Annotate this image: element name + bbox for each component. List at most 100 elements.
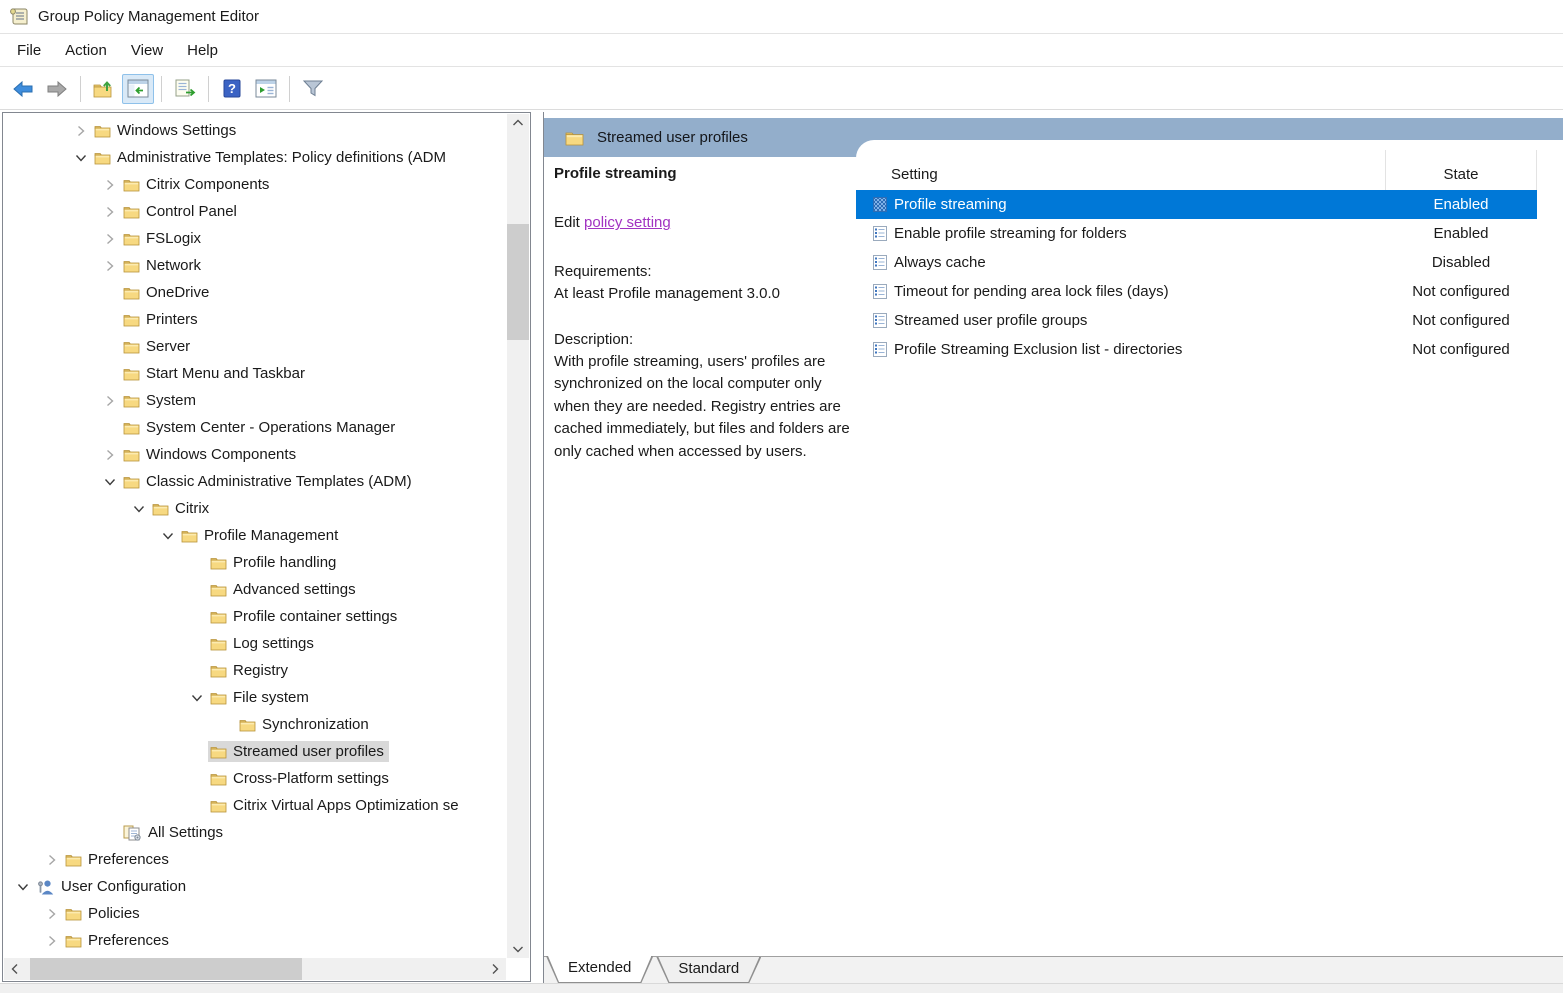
chevron-down-icon[interactable] xyxy=(12,883,34,891)
tree-row[interactable]: Preferences xyxy=(4,846,506,873)
tree-node[interactable]: Profile handling xyxy=(208,552,341,573)
tree-row[interactable]: Administrative Templates: Policy definit… xyxy=(4,144,506,171)
chevron-down-icon[interactable] xyxy=(99,478,121,486)
tree-node[interactable]: Preferences xyxy=(63,930,174,951)
menu-view[interactable]: View xyxy=(119,38,175,63)
column-header-state[interactable]: State xyxy=(1385,150,1537,190)
tree-row[interactable]: Classic Administrative Templates (ADM) xyxy=(4,468,506,495)
tree-row[interactable]: Policies xyxy=(4,900,506,927)
tree-row[interactable]: Synchronization xyxy=(4,711,506,738)
chevron-right-icon[interactable] xyxy=(99,395,121,407)
pane-splitter[interactable] xyxy=(531,112,543,983)
tree-row[interactable]: User Configuration xyxy=(4,873,506,900)
export-list-button[interactable] xyxy=(169,74,201,104)
tree-row[interactable]: Profile handling xyxy=(4,549,506,576)
tree-row[interactable]: Profile Management xyxy=(4,522,506,549)
edit-policy-setting-link[interactable]: policy setting xyxy=(584,214,671,231)
tree-node[interactable]: System xyxy=(121,390,201,411)
scroll-right-arrow[interactable] xyxy=(486,958,504,980)
settings-row[interactable]: Always cacheDisabled xyxy=(856,248,1563,277)
settings-row[interactable]: Streamed user profile groupsNot configur… xyxy=(856,306,1563,335)
tree-vertical-scrollbar[interactable] xyxy=(507,114,529,958)
tree-row[interactable]: FSLogix xyxy=(4,225,506,252)
tree-row[interactable]: Citrix xyxy=(4,495,506,522)
tree-node[interactable]: File system xyxy=(208,687,314,708)
menu-help[interactable]: Help xyxy=(175,38,230,63)
tree-row[interactable]: Profile container settings xyxy=(4,603,506,630)
tree-row[interactable]: Windows Components xyxy=(4,441,506,468)
chevron-right-icon[interactable] xyxy=(70,125,92,137)
tree-node[interactable]: All Settings xyxy=(121,822,228,843)
tree-node[interactable]: Preferences xyxy=(63,849,174,870)
tab-extended[interactable]: Extended xyxy=(546,956,653,983)
chevron-down-icon[interactable] xyxy=(128,505,150,513)
tree-horizontal-scrollbar[interactable] xyxy=(4,958,506,980)
scroll-left-arrow[interactable] xyxy=(6,958,24,980)
tree-node[interactable]: System Center - Operations Manager xyxy=(121,417,400,438)
back-button[interactable] xyxy=(7,74,39,104)
tree-row[interactable]: Start Menu and Taskbar xyxy=(4,360,506,387)
tree-row[interactable]: Server xyxy=(4,333,506,360)
tab-standard[interactable]: Standard xyxy=(656,957,761,983)
tree-row[interactable]: System Center - Operations Manager xyxy=(4,414,506,441)
settings-row[interactable]: Profile streamingEnabled xyxy=(856,190,1563,219)
tree-row[interactable]: Control Panel xyxy=(4,198,506,225)
chevron-right-icon[interactable] xyxy=(41,854,63,866)
tree-row[interactable]: Log settings xyxy=(4,630,506,657)
tree-row[interactable]: Registry xyxy=(4,657,506,684)
help-button[interactable]: ? xyxy=(216,74,248,104)
tree-node[interactable]: Citrix Components xyxy=(121,174,274,195)
tree-row[interactable]: All Settings xyxy=(4,819,506,846)
show-properties-button[interactable] xyxy=(250,74,282,104)
tree-row[interactable]: Printers xyxy=(4,306,506,333)
show-console-tree-button[interactable] xyxy=(122,74,154,104)
tree-node[interactable]: OneDrive xyxy=(121,282,214,303)
tree-row[interactable]: Preferences xyxy=(4,927,506,954)
tree-node[interactable]: Profile container settings xyxy=(208,606,402,627)
tree-node[interactable]: Log settings xyxy=(208,633,319,654)
tree-node[interactable]: Advanced settings xyxy=(208,579,361,600)
tree-node[interactable]: Network xyxy=(121,255,206,276)
tree-row[interactable]: File system xyxy=(4,684,506,711)
tree-row[interactable]: OneDrive xyxy=(4,279,506,306)
chevron-down-icon[interactable] xyxy=(157,532,179,540)
tree-row[interactable]: Advanced settings xyxy=(4,576,506,603)
chevron-down-icon[interactable] xyxy=(70,154,92,162)
chevron-right-icon[interactable] xyxy=(41,908,63,920)
tree-node[interactable]: Classic Administrative Templates (ADM) xyxy=(121,471,417,492)
tree-node[interactable]: Windows Settings xyxy=(92,120,241,141)
tree-node[interactable]: Server xyxy=(121,336,195,357)
horizontal-scroll-thumb[interactable] xyxy=(30,958,302,980)
tree-row[interactable]: Citrix Components xyxy=(4,171,506,198)
tree-node[interactable]: FSLogix xyxy=(121,228,206,249)
tree-node[interactable]: Citrix xyxy=(150,498,214,519)
tree-row[interactable]: Citrix Virtual Apps Optimization se xyxy=(4,792,506,819)
tree-node[interactable]: Start Menu and Taskbar xyxy=(121,363,310,384)
column-header-setting[interactable]: Setting xyxy=(856,166,1385,190)
tree-node[interactable]: Registry xyxy=(208,660,293,681)
tree-node[interactable]: Citrix Virtual Apps Optimization se xyxy=(208,795,464,816)
tree-node[interactable]: Synchronization xyxy=(237,714,374,735)
chevron-right-icon[interactable] xyxy=(99,233,121,245)
chevron-right-icon[interactable] xyxy=(99,179,121,191)
forward-button[interactable] xyxy=(41,74,73,104)
settings-row[interactable]: Enable profile streaming for foldersEnab… xyxy=(856,219,1563,248)
tree-row[interactable]: Cross-Platform settings xyxy=(4,765,506,792)
up-one-level-button[interactable] xyxy=(88,74,120,104)
tree-node[interactable]: Printers xyxy=(121,309,203,330)
tree-node[interactable]: User Configuration xyxy=(34,876,191,897)
chevron-down-icon[interactable] xyxy=(186,694,208,702)
settings-row[interactable]: Profile Streaming Exclusion list - direc… xyxy=(856,335,1563,364)
tree-row[interactable]: System xyxy=(4,387,506,414)
tree-row[interactable]: Network xyxy=(4,252,506,279)
tree-node[interactable]: Windows Components xyxy=(121,444,301,465)
vertical-scroll-thumb[interactable] xyxy=(507,224,529,340)
menu-action[interactable]: Action xyxy=(53,38,119,63)
tree-node[interactable]: Profile Management xyxy=(179,525,343,546)
filter-button[interactable] xyxy=(297,74,329,104)
chevron-right-icon[interactable] xyxy=(99,449,121,461)
tree-row[interactable]: Streamed user profiles xyxy=(4,738,506,765)
tree-node[interactable]: Policies xyxy=(63,903,145,924)
tree-node[interactable]: Streamed user profiles xyxy=(208,741,389,762)
chevron-right-icon[interactable] xyxy=(99,206,121,218)
